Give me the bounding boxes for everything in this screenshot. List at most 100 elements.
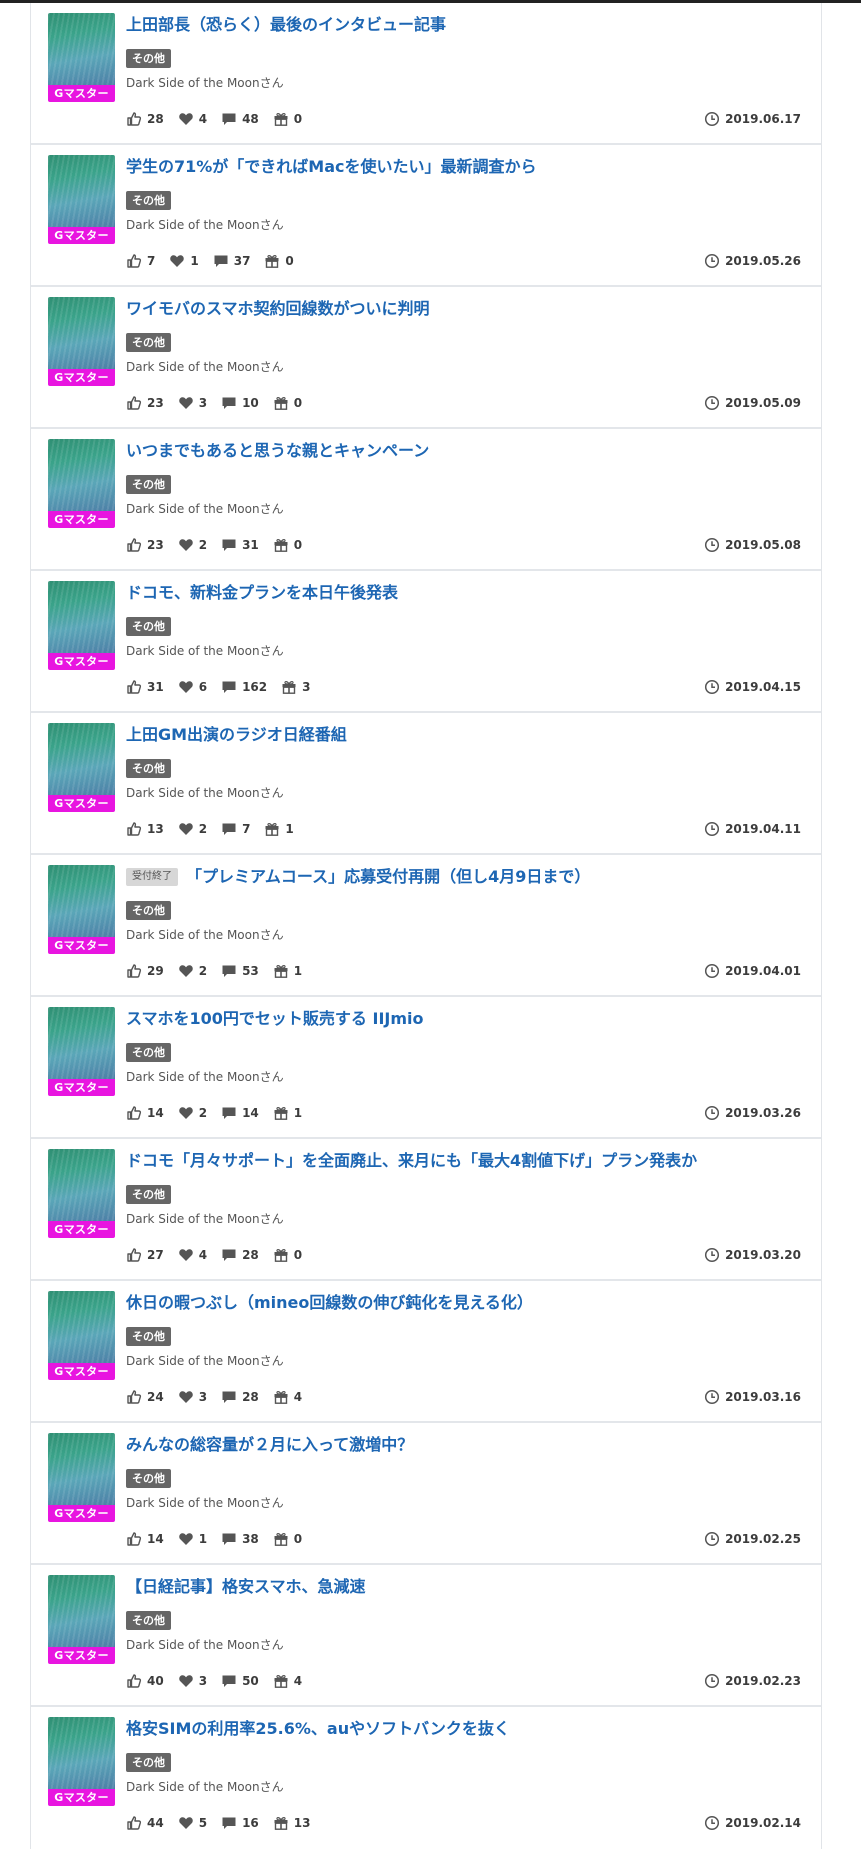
- rank-badge: Gマスター: [48, 227, 115, 244]
- post-stats: 29 2 53 1: [126, 961, 316, 981]
- date-text: 2019.05.09: [725, 396, 801, 410]
- author-name[interactable]: Dark Side of the Moonさん: [126, 926, 284, 944]
- comment-stat: 28: [221, 1245, 259, 1265]
- like-stat: 40: [126, 1671, 164, 1691]
- heart-icon: [178, 1531, 194, 1547]
- comment-count: 37: [233, 254, 251, 268]
- gift-icon: [264, 821, 280, 837]
- avatar-image: [48, 1291, 115, 1363]
- author-name[interactable]: Dark Side of the Moonさん: [126, 1068, 284, 1086]
- user-avatar[interactable]: Gマスター: [48, 1717, 115, 1806]
- user-avatar[interactable]: Gマスター: [48, 581, 115, 670]
- gift-icon: [264, 253, 280, 269]
- favorite-stat: 2: [178, 961, 207, 981]
- category-tag[interactable]: その他: [126, 475, 171, 494]
- comment-count: 16: [242, 1816, 259, 1830]
- author-name[interactable]: Dark Side of the Moonさん: [126, 1352, 284, 1370]
- post-stats: 23 2 31 0: [126, 535, 316, 555]
- author-name[interactable]: Dark Side of the Moonさん: [126, 1494, 284, 1512]
- gift-stat: 0: [273, 109, 302, 129]
- post-title-link[interactable]: 【日経記事】格安スマホ、急減速: [126, 1575, 366, 1599]
- post-title-link[interactable]: 学生の71%が「できればMacを使いたい」最新調査から: [126, 155, 537, 179]
- like-count: 7: [147, 254, 156, 268]
- post-title-link[interactable]: ドコモ「月々サポート」を全面廃止、来月にも「最大4割値下げ」プラン発表か: [126, 1149, 697, 1173]
- category-tag[interactable]: その他: [126, 1469, 171, 1488]
- gift-count: 1: [293, 964, 303, 978]
- category-tag[interactable]: その他: [126, 901, 171, 920]
- thumbs-up-icon: [126, 1105, 142, 1121]
- author-name[interactable]: Dark Side of the Moonさん: [126, 642, 284, 660]
- post-date: 2019.03.16: [704, 1387, 801, 1407]
- user-avatar[interactable]: Gマスター: [48, 723, 115, 812]
- user-avatar[interactable]: Gマスター: [48, 1291, 115, 1380]
- author-name[interactable]: Dark Side of the Moonさん: [126, 1210, 284, 1228]
- category-tag[interactable]: その他: [126, 49, 171, 68]
- user-avatar[interactable]: Gマスター: [48, 1007, 115, 1096]
- post-title-link[interactable]: 「プレミアムコース」応募受付再開（但し4月9日まで）: [186, 865, 590, 889]
- post-item: Gマスター ワイモバのスマホ契約回線数がついに判明 その他 Dark Side …: [31, 287, 821, 429]
- author-name[interactable]: Dark Side of the Moonさん: [126, 216, 284, 234]
- post-title-row: 受付終了 「プレミアムコース」応募受付再開（但し4月9日まで）: [126, 865, 806, 889]
- user-avatar[interactable]: Gマスター: [48, 865, 115, 954]
- post-stats: 44 5 16 13: [126, 1813, 324, 1833]
- author-name[interactable]: Dark Side of the Moonさん: [126, 74, 284, 92]
- post-title-link[interactable]: 休日の暇つぶし（mineo回線数の伸び鈍化を見える化）: [126, 1291, 533, 1315]
- thumbs-up-icon: [126, 395, 142, 411]
- post-title-link[interactable]: 上田GM出演のラジオ日経番組: [126, 723, 347, 747]
- post-item: Gマスター 休日の暇つぶし（mineo回線数の伸び鈍化を見える化） その他 Da…: [31, 1281, 821, 1423]
- closed-tag: 受付終了: [126, 868, 178, 886]
- post-title-row: ドコモ、新料金プランを本日午後発表: [126, 581, 806, 605]
- category-tag[interactable]: その他: [126, 1327, 171, 1346]
- clock-icon: [704, 537, 720, 553]
- post-title-link[interactable]: 上田部長（恐らく）最後のインタビュー記事: [126, 13, 446, 37]
- like-stat: 27: [126, 1245, 164, 1265]
- author-name[interactable]: Dark Side of the Moonさん: [126, 1636, 284, 1654]
- category-tag[interactable]: その他: [126, 191, 171, 210]
- category-tag[interactable]: その他: [126, 1185, 171, 1204]
- post-title-link[interactable]: ワイモバのスマホ契約回線数がついに判明: [126, 297, 430, 321]
- like-count: 40: [147, 1674, 164, 1688]
- category-tag[interactable]: その他: [126, 1611, 171, 1630]
- heart-icon: [178, 821, 194, 837]
- post-title-link[interactable]: スマホを100円でセット販売する IIJmio: [126, 1007, 424, 1031]
- avatar-image: [48, 439, 115, 511]
- author-name[interactable]: Dark Side of the Moonさん: [126, 1778, 284, 1796]
- category-tag[interactable]: その他: [126, 333, 171, 352]
- date-text: 2019.03.26: [725, 1106, 801, 1120]
- post-date: 2019.05.26: [704, 251, 801, 271]
- author-name[interactable]: Dark Side of the Moonさん: [126, 358, 284, 376]
- thumbs-up-icon: [126, 253, 142, 269]
- user-avatar[interactable]: Gマスター: [48, 13, 115, 102]
- category-tag[interactable]: その他: [126, 1753, 171, 1772]
- category-tag[interactable]: その他: [126, 617, 171, 636]
- post-title-link[interactable]: いつまでもあると思うな親とキャンペーン: [126, 439, 429, 463]
- user-avatar[interactable]: Gマスター: [48, 1149, 115, 1238]
- heart-icon: [178, 1247, 194, 1263]
- comment-stat: 50: [221, 1671, 259, 1691]
- category-tag[interactable]: その他: [126, 759, 171, 778]
- avatar-image: [48, 13, 115, 85]
- post-title-row: 格安SIMの利用率25.6%、auやソフトバンクを抜く: [126, 1717, 806, 1741]
- gift-icon: [273, 537, 289, 553]
- user-avatar[interactable]: Gマスター: [48, 439, 115, 528]
- user-avatar[interactable]: Gマスター: [48, 1433, 115, 1522]
- post-stats: 14 2 14 1: [126, 1103, 316, 1123]
- author-name[interactable]: Dark Side of the Moonさん: [126, 784, 284, 802]
- author-name[interactable]: Dark Side of the Moonさん: [126, 500, 284, 518]
- rank-badge: Gマスター: [48, 1647, 115, 1664]
- gift-count: 13: [293, 1816, 311, 1830]
- comment-stat: 37: [213, 251, 251, 271]
- post-stats: 31 6 162 3: [126, 677, 324, 697]
- user-avatar[interactable]: Gマスター: [48, 1575, 115, 1664]
- post-title-link[interactable]: 格安SIMの利用率25.6%、auやソフトバンクを抜く: [126, 1717, 510, 1741]
- user-avatar[interactable]: Gマスター: [48, 297, 115, 386]
- gift-stat: 0: [273, 1245, 302, 1265]
- post-title-link[interactable]: みんなの総容量が２月に入って激増中？: [126, 1433, 413, 1457]
- favorite-stat: 1: [178, 1529, 207, 1549]
- user-avatar[interactable]: Gマスター: [48, 155, 115, 244]
- category-tag[interactable]: その他: [126, 1043, 171, 1062]
- favorite-stat: 2: [178, 535, 207, 555]
- post-stats: 27 4 28 0: [126, 1245, 316, 1265]
- gift-count: 0: [293, 538, 303, 552]
- post-title-link[interactable]: ドコモ、新料金プランを本日午後発表: [126, 581, 398, 605]
